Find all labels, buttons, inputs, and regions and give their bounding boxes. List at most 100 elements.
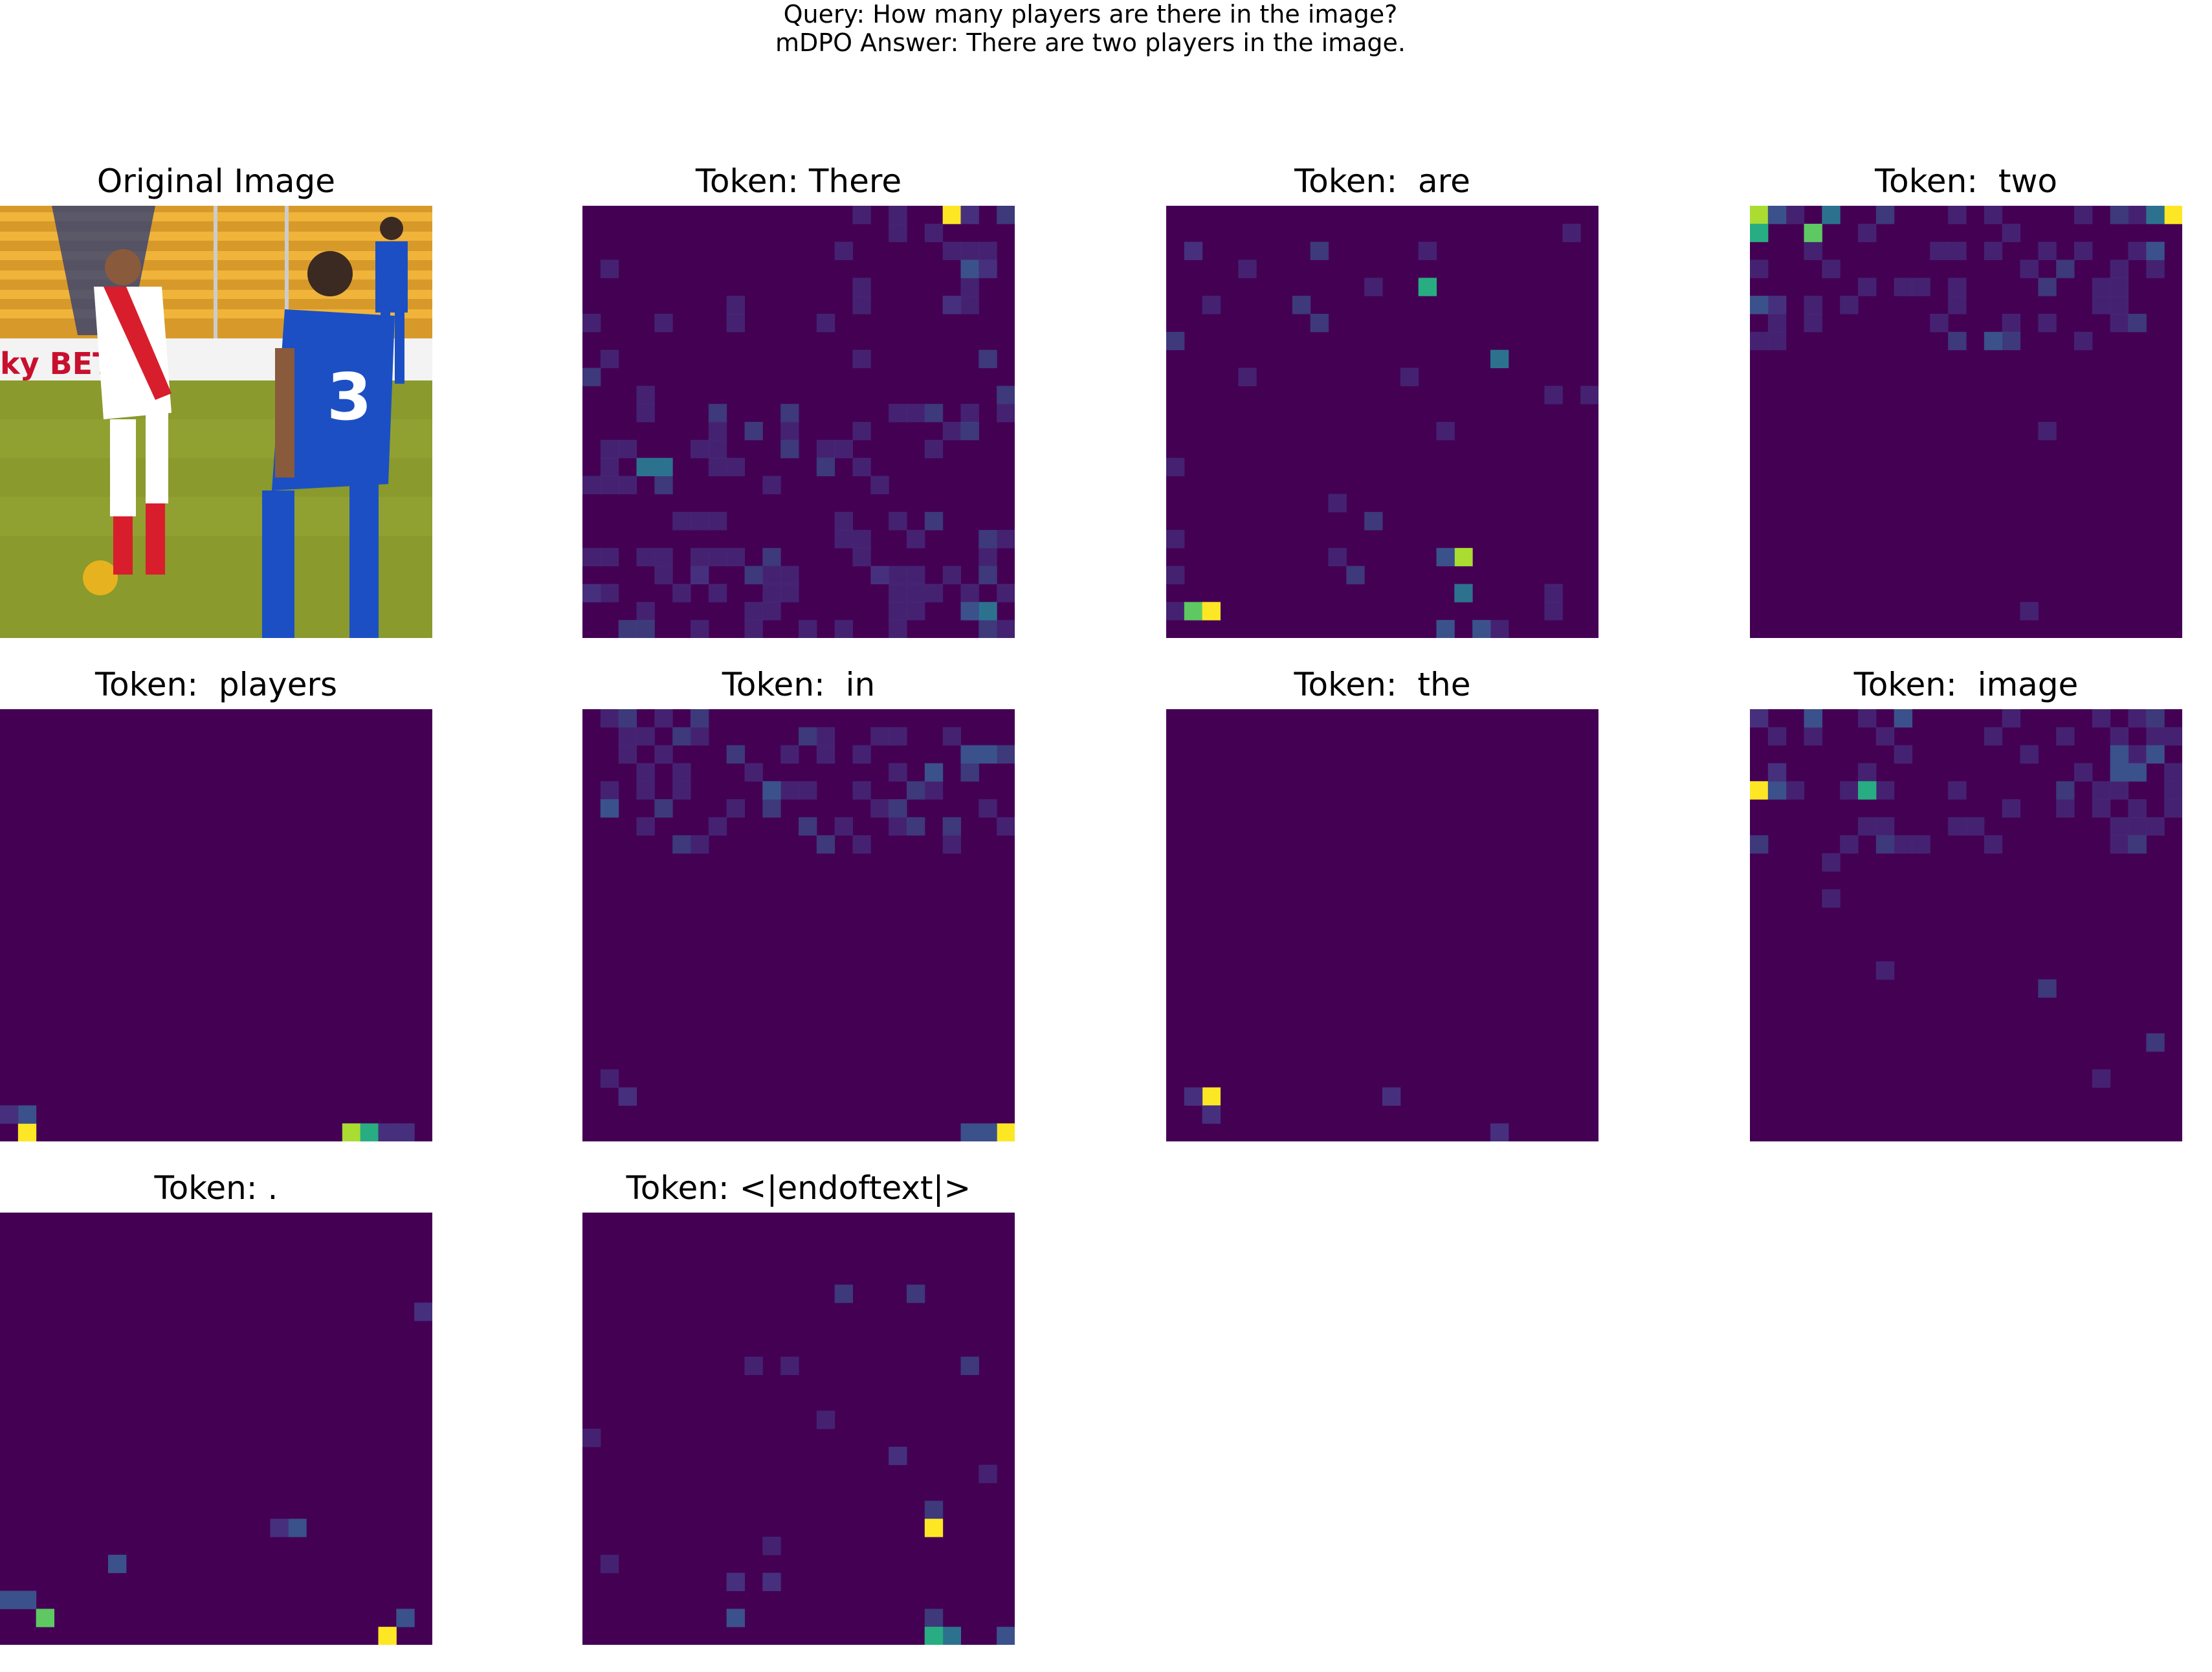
heatmap-cell (799, 727, 817, 746)
heatmap-cell (2146, 1033, 2165, 1052)
heatmap-cell (852, 835, 871, 854)
heatmap-hotspot (997, 1627, 1015, 1645)
heatmap-cell (907, 817, 925, 836)
heatmap-cell (924, 781, 944, 800)
heatmap-cell (2092, 278, 2111, 296)
panel-title: Token: There (695, 162, 902, 200)
heatmap-cell (2128, 745, 2147, 764)
panel-token-players: Token: players (0, 665, 432, 1169)
panel-title: Token: in (722, 666, 876, 703)
heatmap-hotspot (1184, 1087, 1203, 1106)
heatmap-cell (672, 512, 691, 531)
heatmap-cell (2110, 781, 2129, 800)
heatmap-cell (654, 566, 673, 584)
heatmap-cell (979, 799, 997, 818)
heatmap-cell (1875, 961, 1895, 980)
heatmap-cell (654, 799, 673, 818)
heatmap-cell (889, 404, 907, 423)
attention-heatmap (1166, 206, 1598, 638)
heatmap-cell (1875, 835, 1895, 854)
heatmap-cell (1292, 296, 1311, 314)
heatmap-cell (942, 566, 961, 584)
stand-pillar (214, 206, 217, 348)
heatmap-hotspot (108, 1554, 127, 1574)
heatmap-cell (654, 547, 673, 567)
heatmap-cell (2110, 314, 2129, 333)
heatmap-cell (907, 566, 925, 584)
heatmap-cell (654, 476, 673, 494)
heatmap-cell (2164, 781, 2182, 800)
ad-text: ky BET (0, 346, 113, 381)
heatmap-cell (997, 404, 1015, 423)
heatmap-hotspot (1490, 349, 1509, 368)
heatmap-cell (816, 745, 835, 764)
heatmap-cell (1966, 817, 1985, 836)
heatmap-cell (2092, 799, 2111, 818)
heatmap-cell (852, 206, 871, 225)
heatmap-cell (1238, 259, 1257, 278)
heatmap-cell (2146, 259, 2165, 278)
heatmap-cell (852, 349, 871, 368)
heatmap-hotspot (889, 1446, 907, 1466)
heatmap-cell (672, 763, 691, 782)
heatmap-cell (780, 404, 799, 423)
heatmap-cell (1750, 259, 1769, 278)
heatmap-cell (1822, 889, 1841, 908)
soccer-ball (83, 560, 118, 595)
heatmap-cell (979, 1464, 997, 1483)
heatmap-hotspot (1184, 602, 1203, 621)
heatmap-cell (924, 439, 944, 459)
heatmap-cell (2110, 817, 2129, 836)
panel-title: Token: . (154, 1169, 278, 1207)
heatmap-cell (636, 781, 655, 800)
heatmap-cell (780, 566, 799, 584)
heatmap-cell (600, 1554, 619, 1574)
heatmap-cell (852, 781, 871, 800)
heatmap-cell (1948, 206, 1967, 225)
heatmap-cell (1858, 278, 1877, 296)
heatmap-cell (2164, 727, 2182, 746)
heatmap-cell (2074, 241, 2093, 260)
heatmap-hotspot (36, 1609, 54, 1627)
heatmap-cell (2146, 817, 2165, 836)
heatmap-cell (2074, 331, 2093, 351)
panel-title: Token: two (1875, 162, 2057, 200)
heatmap-cell (870, 476, 889, 494)
heatmap-cell (691, 709, 709, 728)
heatmap-cell (979, 241, 997, 260)
heatmap-cell (2056, 727, 2075, 746)
panel-title: Original Image (96, 162, 336, 200)
heatmap-cell (762, 566, 781, 584)
heatmap-cell (2074, 763, 2093, 782)
heatmap-cell (1750, 331, 1769, 351)
attention-heatmap (0, 709, 432, 1141)
heatmap-cell (780, 439, 799, 459)
panel-title: Token: image (1853, 666, 2079, 703)
attention-heatmap (582, 1213, 1015, 1645)
heatmap-cell (1364, 512, 1383, 531)
heatmap-cell (960, 763, 979, 782)
heatmap-cell (691, 547, 709, 567)
heatmap-cell (979, 566, 997, 584)
heatmap-cell (1948, 331, 1967, 351)
heatmap-cell (2146, 727, 2165, 746)
attention-heatmap (0, 1213, 432, 1645)
heatmap-hotspot (1984, 331, 2003, 351)
heatmap-cell (924, 512, 944, 531)
heatmap-cell (889, 584, 907, 602)
heatmap-hotspot (1804, 223, 1822, 243)
heatmap-hotspot (1750, 709, 1769, 728)
heatmap-hotspot (2146, 241, 2165, 260)
heatmap-hotspot (2164, 206, 2182, 225)
heatmap-cell (780, 745, 799, 764)
heatmap-cell (636, 404, 655, 423)
heatmap-cell (2128, 241, 2147, 260)
heatmap-cell (1858, 709, 1877, 728)
heatmap-hotspot (1418, 278, 1437, 296)
heatmap-cell (1166, 331, 1185, 351)
heatmap-cell (816, 835, 835, 854)
heatmap-cell (889, 512, 907, 531)
heatmap-cell (744, 602, 763, 621)
heatmap-cell (997, 206, 1015, 225)
heatmap-cell (907, 530, 925, 549)
